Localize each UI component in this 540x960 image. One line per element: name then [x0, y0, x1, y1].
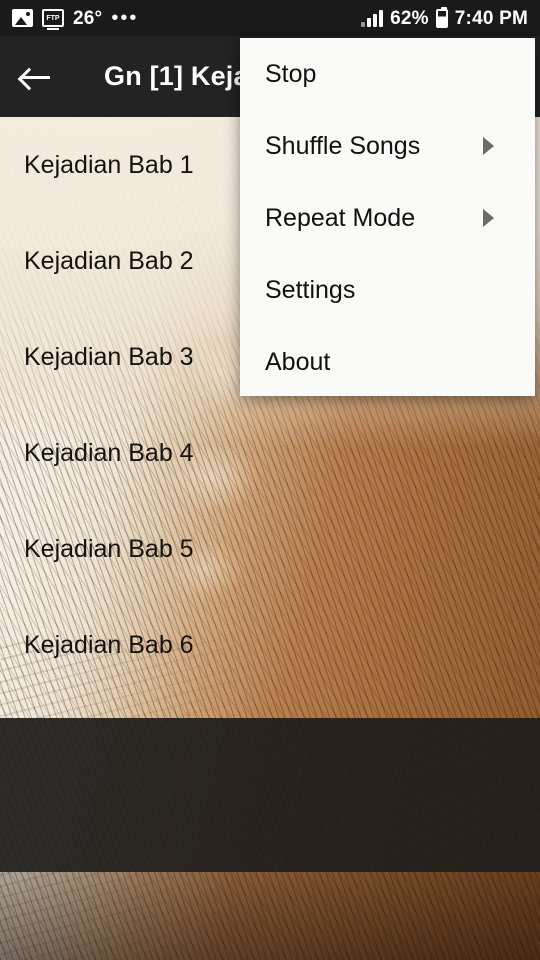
- list-item-label: Kejadian Bab 1: [24, 150, 194, 179]
- battery-percent-label: 62%: [390, 7, 429, 29]
- chevron-right-icon: [483, 209, 494, 227]
- menu-item-stop[interactable]: Stop: [240, 38, 535, 110]
- clock-label: 7:40 PM: [454, 7, 528, 29]
- menu-item-label: Settings: [265, 275, 356, 304]
- menu-item-shuffle-songs[interactable]: Shuffle Songs: [240, 110, 535, 182]
- list-item-label: Kejadian Bab 2: [24, 246, 194, 275]
- menu-item-repeat-mode[interactable]: Repeat Mode: [240, 182, 535, 254]
- list-item-label: Kejadian Bab 3: [24, 342, 194, 371]
- back-arrow-icon: [20, 66, 52, 88]
- menu-item-label: Shuffle Songs: [265, 131, 421, 160]
- menu-item-label: Repeat Mode: [265, 203, 416, 232]
- player-bar: No Track 0:00 0:00: [0, 718, 540, 872]
- list-item-label: Kejadian Bab 5: [24, 534, 194, 563]
- menu-item-settings[interactable]: Settings: [240, 254, 535, 326]
- list-item[interactable]: Kejadian Bab 4: [0, 405, 540, 501]
- phone-screen: FTP 26° ••• 62% 7:40 PM Gn [1] Kejadian …: [0, 0, 540, 960]
- temperature-indicator: 26°: [73, 7, 103, 29]
- list-item-label: Kejadian Bab 6: [24, 630, 194, 659]
- signal-bars-icon: [361, 9, 384, 27]
- list-item[interactable]: Kejadian Bab 6: [0, 597, 540, 693]
- status-bar: FTP 26° ••• 62% 7:40 PM: [0, 0, 540, 36]
- more-notifications-icon: •••: [111, 7, 139, 29]
- chevron-right-icon: [483, 137, 494, 155]
- list-item[interactable]: Kejadian Bab 5: [0, 501, 540, 597]
- battery-icon: [435, 6, 448, 28]
- menu-item-about[interactable]: About: [240, 326, 535, 396]
- ftp-icon: FTP: [42, 9, 64, 30]
- status-bar-left: FTP 26° •••: [12, 7, 361, 30]
- back-button[interactable]: [0, 36, 72, 117]
- list-item-label: Kejadian Bab 4: [24, 438, 194, 467]
- status-bar-right: 62% 7:40 PM: [361, 6, 528, 29]
- menu-item-label: Stop: [265, 59, 317, 88]
- menu-item-label: About: [265, 347, 331, 376]
- gallery-icon: [12, 9, 33, 27]
- overflow-menu: Stop Shuffle Songs Repeat Mode Settings …: [240, 38, 535, 396]
